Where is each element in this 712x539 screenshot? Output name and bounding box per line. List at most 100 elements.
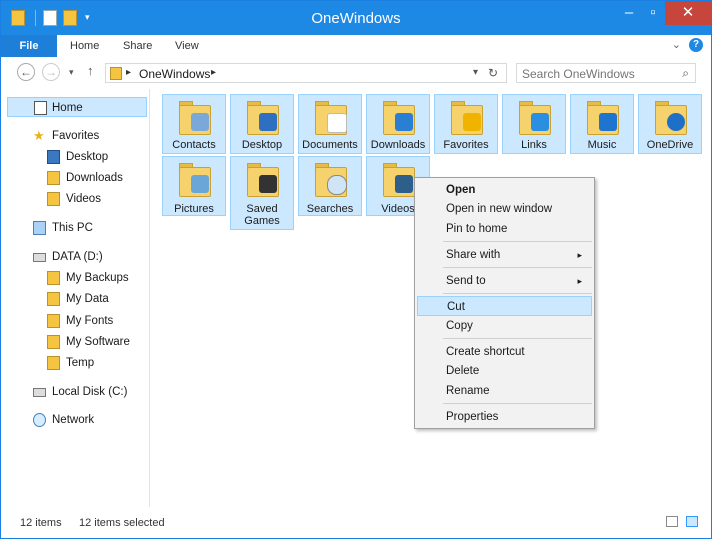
folder-icon	[47, 192, 60, 206]
sidebar-item-my-backups[interactable]: My Backups	[1, 268, 149, 288]
folder-badge	[395, 175, 413, 193]
sidebar-item-label: This PC	[52, 222, 93, 234]
tab-file[interactable]: File	[1, 35, 57, 57]
context-menu: Open Open in new window Pin to home Shar…	[414, 177, 595, 429]
menu-item-send-to[interactable]: Send to ▸	[417, 271, 592, 291]
menu-item-open[interactable]: Open	[417, 180, 592, 200]
menu-separator	[443, 241, 592, 242]
sidebar-item-my-data[interactable]: My Data	[1, 289, 149, 309]
window-title: OneWindows	[311, 10, 401, 27]
menu-item-create-shortcut[interactable]: Create shortcut	[417, 342, 592, 362]
sidebar-item-network[interactable]: Network	[1, 410, 149, 430]
up-button[interactable]: ↑	[87, 63, 94, 78]
sidebar-item-desktop[interactable]: Desktop	[1, 147, 149, 167]
folder-icon	[47, 171, 60, 185]
tile-label: Documents	[302, 139, 358, 151]
tile-label: Searches	[306, 203, 354, 215]
folder-tile-favorites[interactable]: Favorites	[434, 94, 498, 154]
menu-item-share-with[interactable]: Share with ▸	[417, 245, 592, 265]
menu-item-pin-to-home[interactable]: Pin to home	[417, 219, 592, 239]
address-history-chevron-icon[interactable]: ▾	[473, 67, 478, 78]
menu-separator	[443, 293, 592, 294]
sidebar-item-downloads[interactable]: Downloads	[1, 168, 149, 188]
folder-tile-downloads[interactable]: Downloads	[366, 94, 430, 154]
sidebar-item-label: Home	[52, 102, 83, 114]
menu-item-copy[interactable]: Copy	[417, 316, 592, 336]
search-icon[interactable]: ⌕	[682, 66, 689, 81]
tab-share[interactable]: Share	[123, 35, 152, 57]
sidebar-item-favorites[interactable]: ★ Favorites	[1, 126, 149, 146]
sidebar-item-my-fonts[interactable]: My Fonts	[1, 311, 149, 331]
tile-label: Downloads	[370, 139, 426, 151]
tile-label: OneDrive	[646, 139, 694, 151]
menu-item-properties[interactable]: Properties	[417, 407, 592, 427]
menu-item-cut[interactable]: Cut	[417, 296, 592, 316]
address-bar[interactable]: ▸ OneWindows ▸ ▾ ↻	[105, 63, 507, 83]
title-bar: ▾ OneWindows – ▫ ✕	[1, 1, 711, 35]
search-box[interactable]: ⌕	[516, 63, 696, 84]
breadcrumb[interactable]: OneWindows	[139, 67, 210, 81]
search-input[interactable]	[517, 64, 674, 84]
tile-label: Favorites	[443, 139, 489, 151]
drive-icon	[33, 388, 46, 397]
tile-label: Saved Games	[244, 203, 280, 227]
menu-item-delete[interactable]: Delete	[417, 361, 592, 381]
breadcrumb-chevron-icon[interactable]: ▸	[211, 67, 216, 78]
tab-view[interactable]: View	[175, 35, 199, 57]
close-button[interactable]: ✕	[665, 1, 711, 25]
sidebar-item-home[interactable]: Home	[7, 97, 147, 117]
sidebar-item-label: Temp	[66, 357, 95, 369]
sidebar-item-label: My Fonts	[66, 315, 114, 327]
folder-tile-music[interactable]: Music	[570, 94, 634, 154]
sidebar-item-label: Videos	[66, 193, 101, 205]
sidebar-item-temp[interactable]: Temp	[1, 353, 149, 373]
breadcrumb-separator-icon[interactable]: ▸	[126, 67, 131, 78]
folder-icon	[47, 271, 60, 285]
maximize-button[interactable]: ▫	[641, 1, 665, 25]
folder-tile-contacts[interactable]: Contacts	[162, 94, 226, 154]
details-view-icon[interactable]	[666, 516, 678, 527]
sidebar-item-videos[interactable]: Videos	[1, 189, 149, 209]
sidebar-item-data-drive[interactable]: DATA (D:)	[1, 247, 149, 267]
help-icon[interactable]: ?	[689, 38, 703, 52]
folder-tile-pictures[interactable]: Pictures	[162, 156, 226, 216]
folder-badge	[463, 113, 481, 131]
menu-item-label: Delete	[446, 365, 480, 377]
minimize-button[interactable]: –	[617, 1, 641, 25]
folder-tile-onedrive[interactable]: OneDrive	[638, 94, 702, 154]
menu-item-label: Cut	[447, 301, 465, 313]
folder-tile-links[interactable]: Links	[502, 94, 566, 154]
menu-item-label: Open in new window	[446, 203, 553, 215]
folder-tile-saved-games[interactable]: Saved Games	[230, 156, 294, 230]
explorer-window: ▾ OneWindows – ▫ ✕ File Home Share View …	[0, 0, 712, 539]
tile-label: Desktop	[241, 139, 283, 151]
status-bar: 12 items 12 items selected	[1, 507, 711, 538]
menu-separator	[443, 338, 592, 339]
sidebar-item-this-pc[interactable]: This PC	[1, 218, 149, 238]
folder-tile-desktop[interactable]: Desktop	[230, 94, 294, 154]
back-button[interactable]: ←	[17, 63, 35, 81]
expand-ribbon-chevron-icon[interactable]: ⌄	[672, 38, 681, 51]
sidebar-item-local-disk[interactable]: Local Disk (C:)	[1, 382, 149, 402]
sidebar-item-my-software[interactable]: My Software	[1, 332, 149, 352]
submenu-arrow-icon: ▸	[577, 276, 582, 286]
menu-item-rename[interactable]: Rename	[417, 381, 592, 401]
recent-locations-chevron-icon[interactable]: ▾	[69, 67, 74, 78]
large-icons-view-icon[interactable]	[686, 516, 698, 527]
forward-button[interactable]: →	[42, 63, 60, 81]
sidebar-item-label: Favorites	[52, 130, 100, 142]
menu-item-label: Properties	[446, 411, 499, 423]
menu-item-open-new-window[interactable]: Open in new window	[417, 199, 592, 219]
folder-tile-searches[interactable]: Searches	[298, 156, 362, 216]
item-count: 12 items	[20, 517, 62, 529]
tab-home[interactable]: Home	[70, 35, 99, 57]
menu-item-label: Send to	[446, 275, 486, 287]
tile-label: Links	[521, 139, 547, 151]
menu-item-label: Create shortcut	[446, 346, 525, 358]
folder-tile-documents[interactable]: Documents	[298, 94, 362, 154]
refresh-icon[interactable]: ↻	[488, 66, 498, 80]
tile-label: Pictures	[174, 203, 214, 215]
navigation-bar: ← → ▾ ↑ ▸ OneWindows ▸ ▾ ↻ ⌕	[1, 57, 711, 89]
sidebar-item-label: Network	[52, 414, 95, 426]
folder-badge	[667, 113, 685, 131]
